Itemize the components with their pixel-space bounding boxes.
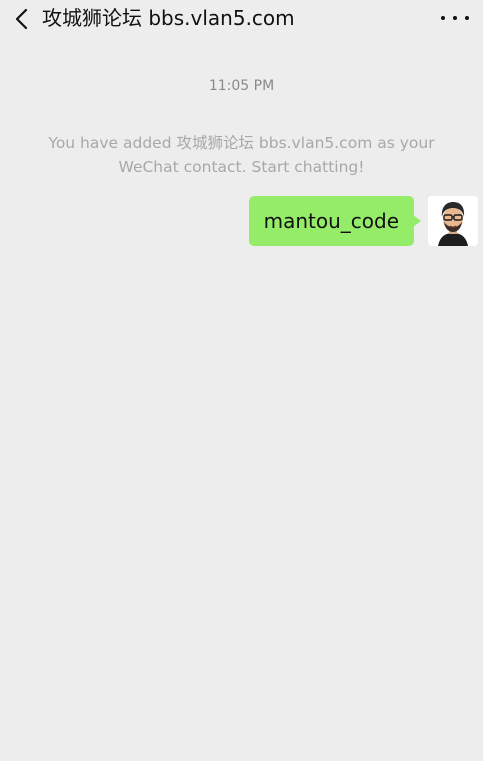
system-message: You have added 攻城狮论坛 bbs.vlan5.com as yo…	[48, 134, 435, 176]
chevron-left-icon	[15, 8, 28, 30]
more-horizontal-icon	[441, 16, 445, 20]
message-timestamp: 11:05 PM	[208, 78, 275, 94]
more-options-button[interactable]	[441, 6, 469, 30]
sent-message-bubble[interactable]: mantou_code	[248, 196, 422, 246]
user-avatar-icon	[428, 196, 478, 246]
chat-header: 攻城狮论坛 bbs.vlan5.com	[0, 0, 483, 40]
avatar[interactable]	[428, 196, 478, 246]
chat-title: 攻城狮论坛 bbs.vlan5.com	[42, 6, 295, 30]
message-row-sent: mantou_code	[248, 196, 478, 246]
back-button[interactable]	[8, 4, 34, 34]
